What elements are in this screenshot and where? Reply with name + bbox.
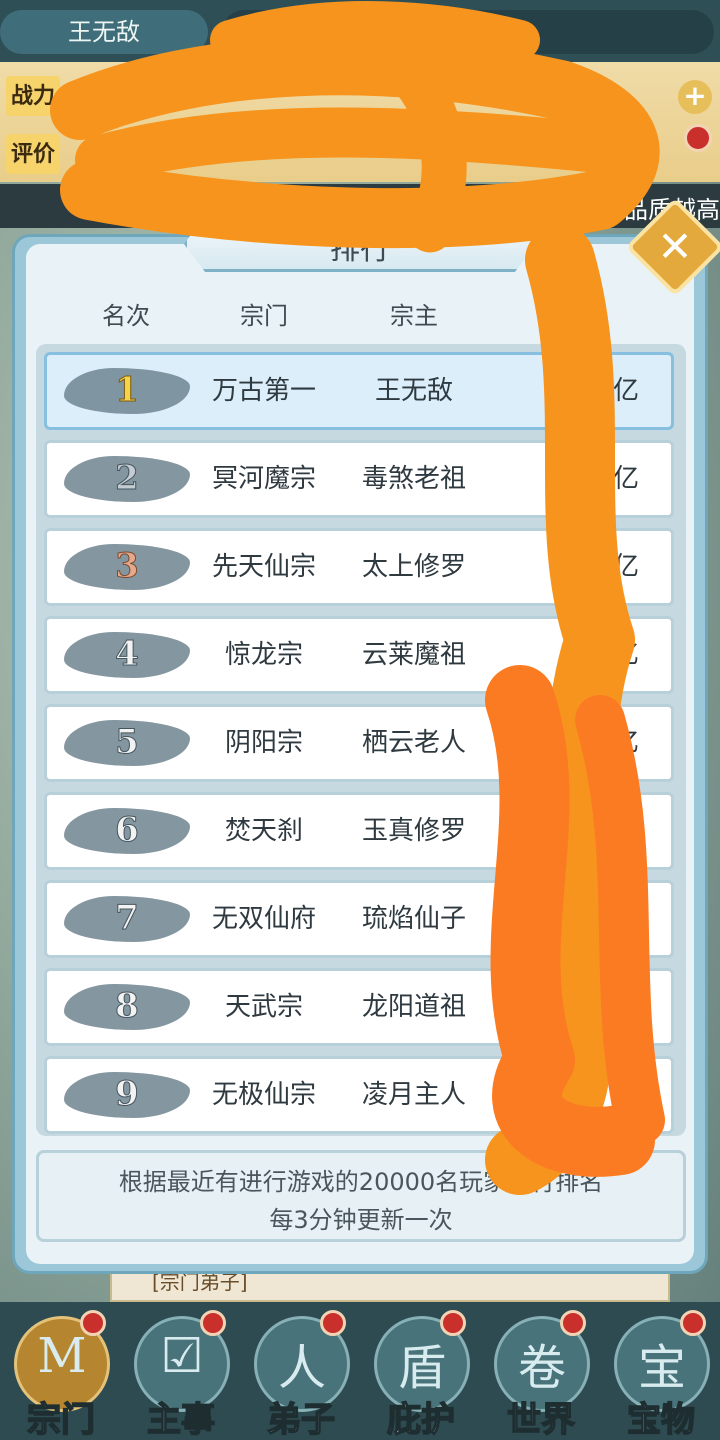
rank-number: 3 [115,546,140,587]
leader-name: 栖云老人 [361,728,466,758]
sect-name: 冥河魔宗 [211,464,316,494]
world-icon-glyph: 卷 [517,1340,566,1396]
power-value: 亿 [612,728,639,758]
power-value: 亿 [612,640,639,670]
protect-icon-glyph: 盾 [397,1340,446,1396]
nav-task[interactable]: ☑ 主事 [122,1310,240,1440]
nav-label: 庇护 [386,1399,456,1440]
sect-name: 惊龙宗 [224,640,303,670]
dialog-title: 排行 [330,232,390,267]
sect-name: 无双仙府 [211,904,316,934]
sect-name: 焚天刹 [224,816,303,846]
notification-badge [200,1310,226,1336]
stats-panel [0,62,720,182]
power-value: 亿 [612,552,639,582]
column-sect: 宗门 [240,302,288,330]
rank-number: 5 [115,722,140,763]
nav-sect[interactable]: M 宗门 [2,1310,120,1440]
ranking-note-line2: 每3分钟更新一次 [269,1206,453,1234]
nav-label: 主事 [146,1399,216,1440]
sect-name: 万古第一 [211,376,316,406]
rank-number: 4 [115,634,140,675]
sect-icon-glyph: M [37,1328,87,1384]
column-rank: 名次 [102,302,150,330]
sect-name: 无极仙宗 [211,1080,316,1110]
leader-name: 玉真修罗 [361,816,466,846]
leader-name: 龙阳道祖 [361,992,466,1022]
sect-name: 天武宗 [224,992,303,1022]
sect-name: 先天仙宗 [211,552,316,582]
task-icon-glyph: ☑ [160,1328,204,1384]
leader-name: 琉焰仙子 [361,904,466,934]
player-name[interactable]: 王无敌 [0,10,208,54]
level-bar [222,10,714,54]
leader-name: 王无敌 [374,376,453,406]
treasure-icon-glyph: 宝 [637,1340,686,1396]
column-leader: 宗主 [390,302,438,330]
notification-badge [320,1310,346,1336]
rank-number: 2 [115,458,140,499]
rank-number: 8 [115,986,140,1027]
nav-disciple[interactable]: 人弟子 [242,1310,360,1440]
nav-protect[interactable]: 盾庇护 [362,1310,480,1440]
notification-badge [684,124,712,152]
notification-badge [80,1310,106,1336]
nav-world[interactable]: 卷世界 [482,1310,600,1440]
rating-label[interactable]: 评价 [6,134,60,174]
notification-badge [680,1310,706,1336]
leader-name: 毒煞老祖 [361,464,466,494]
leader-name: 凌月主人 [361,1080,466,1110]
help-icon[interactable]: ? [188,64,220,96]
power-value: 亿 [612,464,639,494]
power-label: 战力 [6,76,60,116]
disciple-icon-glyph: 人 [277,1340,326,1396]
leader-name: 太上修罗 [361,552,466,582]
rank-number: 7 [115,898,140,939]
close-icon[interactable]: ✕ [640,212,710,282]
rank-number: 1 [115,370,140,411]
leader-name: 云莱魔祖 [361,640,466,670]
power-value: 亿 [612,376,639,406]
nav-label: 世界 [506,1399,576,1440]
notification-badge [440,1310,466,1336]
nav-treasure[interactable]: 宝宝物 [602,1310,720,1440]
ranking-note-line1: 根据最近有进行游戏的20000名玩家进行排名 [118,1168,604,1196]
level-text: 1 级 [232,22,275,47]
nav-label: 宗门 [26,1399,96,1440]
nav-label: 宝物 [626,1399,696,1440]
sect-name: 阴阳宗 [224,728,303,758]
nav-label: 弟子 [266,1399,336,1440]
rank-number: 6 [115,810,140,851]
rank-number: 9 [115,1074,140,1115]
add-icon[interactable]: + [678,80,712,114]
notification-badge [560,1310,586,1336]
